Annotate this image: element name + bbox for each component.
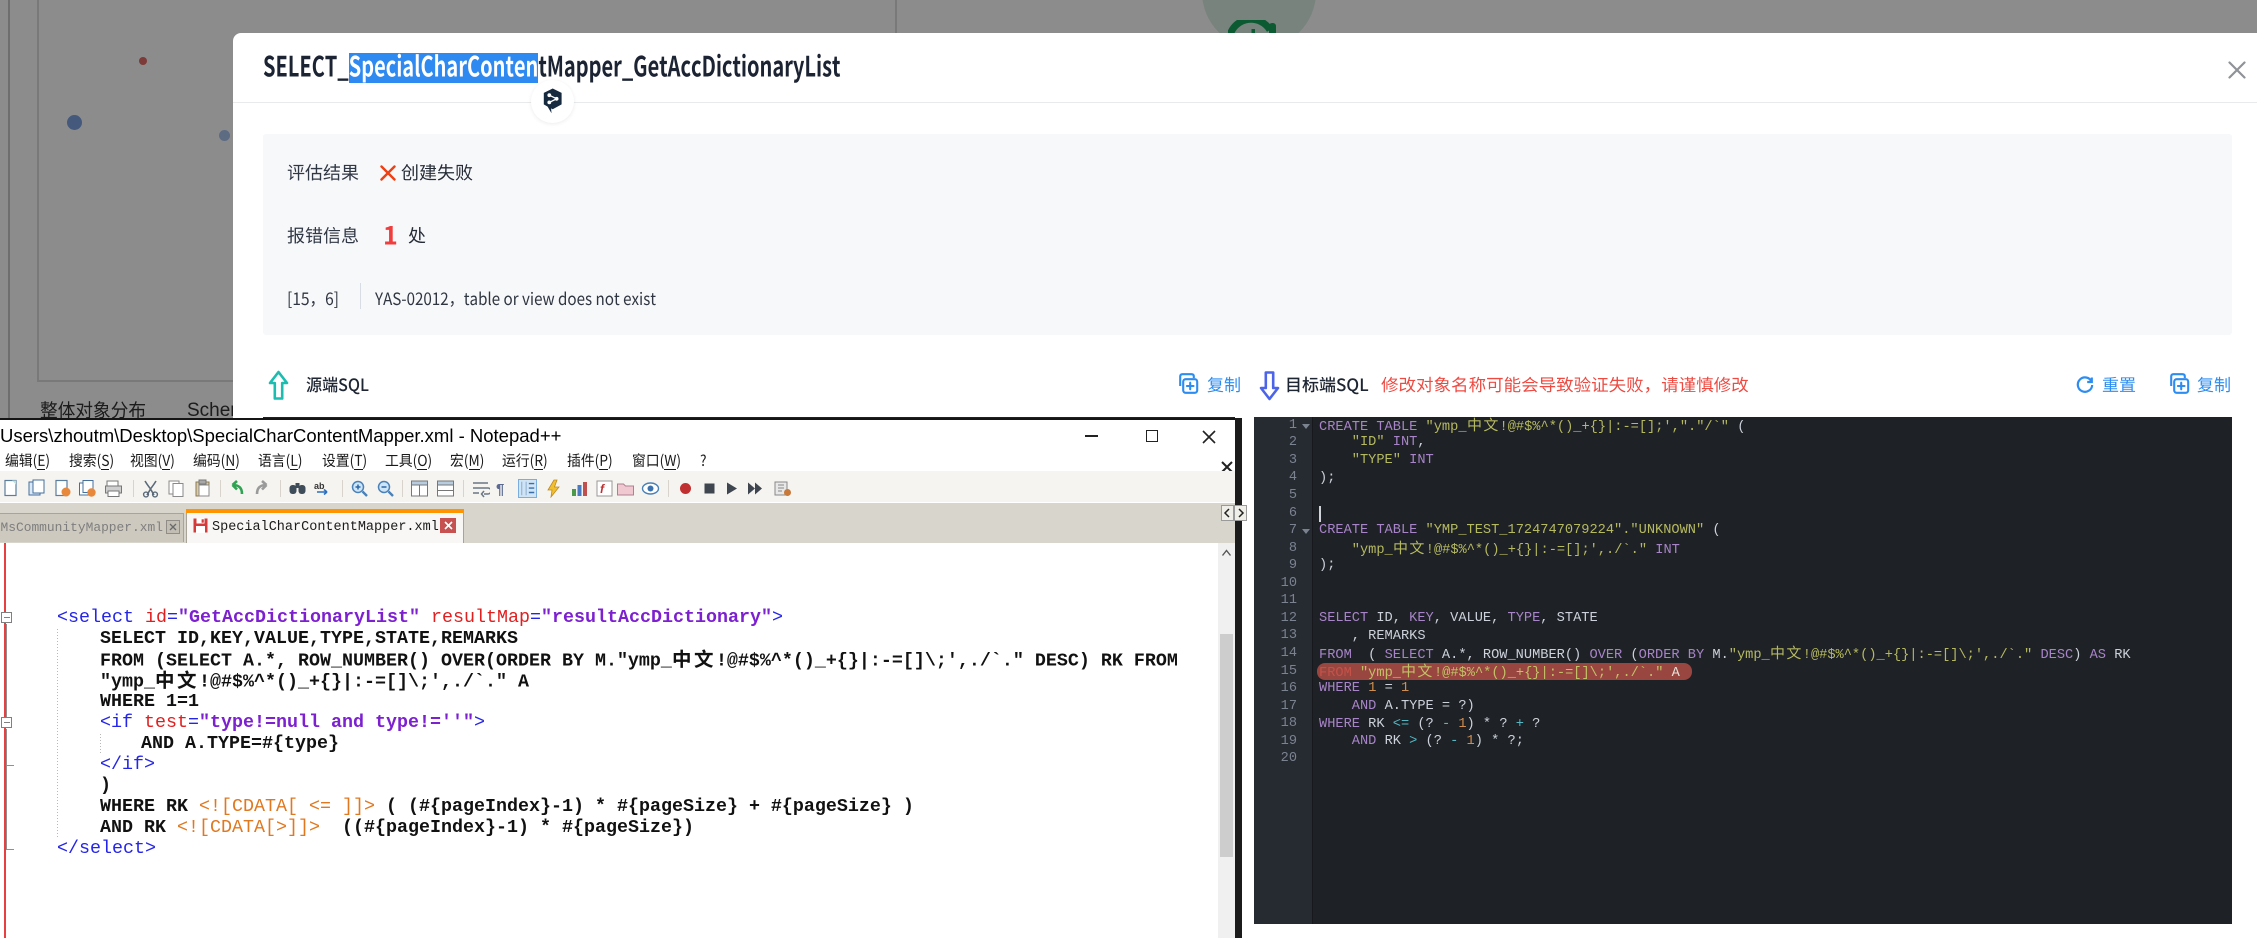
svg-text:ab: ab [314,481,325,491]
svg-text:¶: ¶ [496,481,504,498]
